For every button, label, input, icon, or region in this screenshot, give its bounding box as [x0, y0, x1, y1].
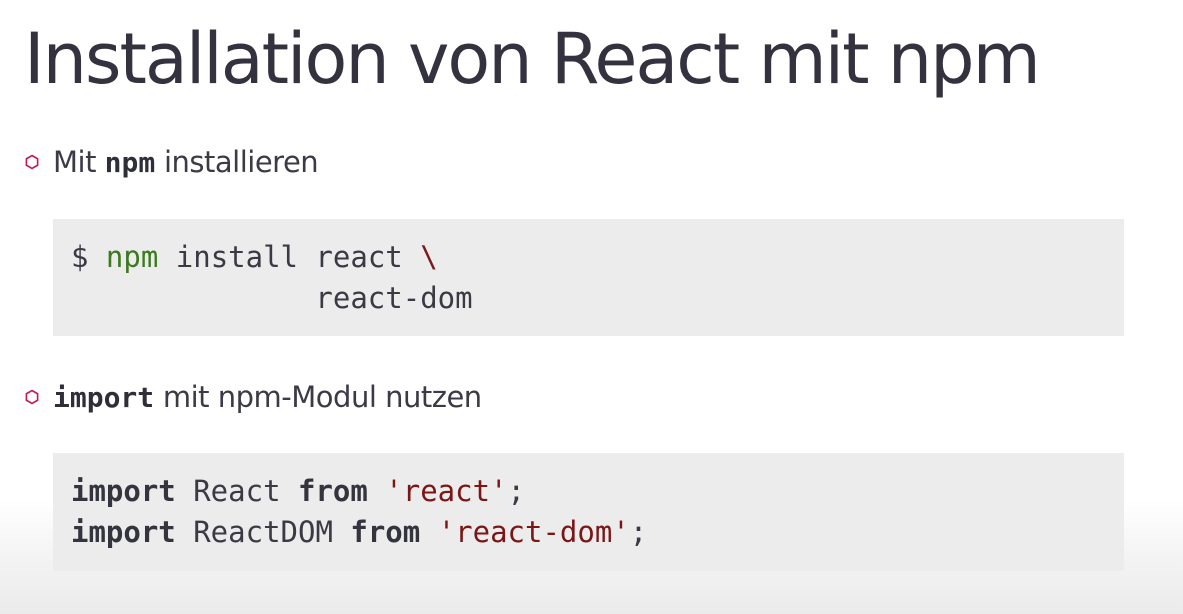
shell-command: npm — [105, 240, 159, 274]
slide-title: Installation von React mit npm — [24, 18, 1041, 100]
code-block-install: $ npm install react \ react-dom — [53, 219, 1124, 336]
keyword-from: from — [297, 474, 368, 508]
line-continuation: \ — [420, 240, 438, 274]
code-block-imports: import React from 'react'; import ReactD… — [53, 453, 1124, 571]
identifier: ReactDOM — [175, 515, 351, 549]
identifier: React — [175, 474, 298, 508]
bullet-text: Mit npm installieren — [53, 145, 319, 179]
keyword-import: import — [71, 474, 176, 508]
module-string: 'react-dom' — [437, 515, 630, 549]
inline-code-import: import — [53, 381, 155, 414]
inline-code-npm: npm — [104, 146, 156, 179]
bullet-text-prefix: Mit — [53, 145, 105, 179]
hexagon-bullet-icon — [25, 154, 39, 170]
hexagon-bullet-icon — [25, 389, 39, 405]
semicolon: ; — [507, 474, 525, 508]
bullet-text: import mit npm-Modul nutzen — [53, 380, 482, 414]
keyword-from: from — [350, 515, 421, 549]
code-line: import ReactDOM from 'react-dom'; — [71, 512, 1124, 553]
shell-prompt: $ — [71, 240, 106, 274]
code-line: import React from 'react'; — [71, 471, 1124, 512]
keyword-import: import — [71, 515, 176, 549]
bullet-install-with-npm: Mit npm installieren — [24, 142, 319, 182]
code-line: $ npm install react \ — [71, 237, 1124, 278]
semicolon: ; — [629, 515, 648, 549]
code-line: react-dom — [71, 281, 473, 315]
shell-arguments: install react — [158, 240, 421, 274]
module-string: 'react' — [385, 474, 508, 508]
bullet-import-npm-module: import mit npm-Modul nutzen — [24, 377, 482, 417]
bullet-text-suffix: installieren — [155, 145, 319, 179]
bullet-text-suffix: mit npm-Modul nutzen — [154, 380, 482, 414]
